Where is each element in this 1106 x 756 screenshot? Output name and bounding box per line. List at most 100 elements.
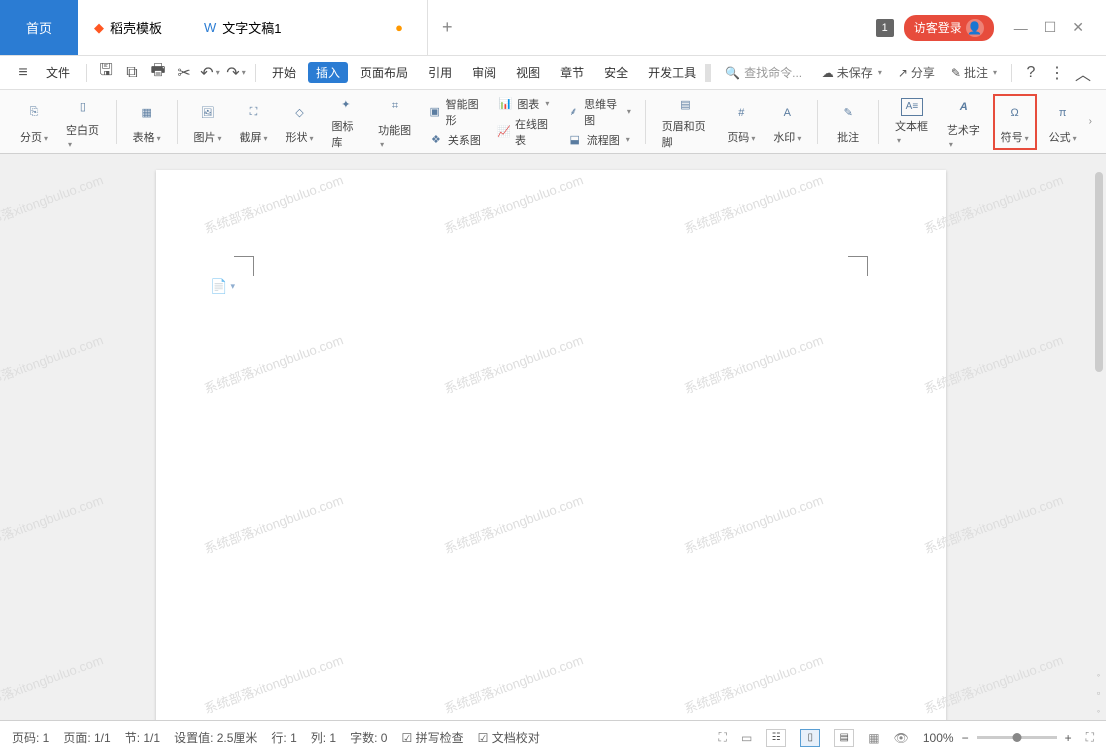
tab-docer[interactable]: ◆ 稻壳模板	[78, 0, 188, 55]
ribbon-page-break[interactable]: ⎘分页▾	[14, 94, 54, 150]
zoom-value[interactable]: 100%	[923, 731, 954, 745]
ribbon-page-number[interactable]: #页码▾	[721, 94, 761, 150]
view-shortcuts: ◦ ▫ ◦	[1094, 670, 1103, 716]
ribbon-icons[interactable]: ✦图标库	[326, 94, 367, 150]
tab-document[interactable]: W 文字文稿1 ●	[188, 0, 428, 55]
cut-icon[interactable]: ✂	[173, 62, 195, 84]
add-tab-button[interactable]: +	[428, 0, 467, 55]
close-icon[interactable]: ✕	[1072, 19, 1084, 36]
ribbon-equation[interactable]: π公式▾	[1043, 94, 1083, 150]
minimize-icon[interactable]: —	[1014, 20, 1028, 36]
ribbon-relation[interactable]: ❖关系图	[428, 132, 483, 148]
view-outline-button[interactable]: ☷	[766, 729, 786, 747]
mindmap-icon: ⸙	[567, 104, 580, 120]
word-doc-icon: W	[204, 20, 216, 35]
paragraph-options-icon[interactable]: 📄▾	[210, 278, 235, 295]
view-page-button[interactable]: ▯	[800, 729, 820, 747]
collapse-ribbon-icon[interactable]: ︿	[1072, 62, 1094, 84]
menu-page-layout[interactable]: 页面布局	[352, 62, 416, 83]
print-preview-icon[interactable]: ⧉	[121, 62, 143, 84]
save-icon[interactable]: 🖫	[95, 62, 117, 84]
more-icon[interactable]: ⋮	[1046, 62, 1068, 84]
section-view-icon[interactable]: ▦	[868, 731, 879, 745]
ribbon-comment[interactable]: ✎批注	[828, 94, 868, 150]
status-spellcheck[interactable]: ☑ 拼写检查	[401, 729, 463, 746]
unsaved-button[interactable]: ☁未保存▾	[816, 64, 888, 81]
wordart-icon: A	[950, 94, 978, 120]
share-icon: ↗	[898, 66, 908, 80]
ribbon-symbol[interactable]: Ω符号▾	[993, 94, 1037, 150]
ribbon-online-chart[interactable]: 📈在线图表	[497, 116, 552, 148]
ribbon-smart-shapes[interactable]: ▣智能图形	[428, 96, 483, 128]
ribbon-chart[interactable]: 📊图表▾	[497, 96, 552, 112]
nav-dot[interactable]: ▫	[1097, 688, 1100, 698]
smartshapes-icon: ▣	[428, 104, 442, 120]
share-button[interactable]: ↗分享	[892, 64, 941, 81]
ribbon-wordart[interactable]: A艺术字▾	[941, 94, 987, 150]
menu-insert[interactable]: 插入	[308, 62, 348, 83]
fit-window-icon[interactable]: ⛶	[1086, 730, 1094, 745]
ribbon-smartart[interactable]: ⌗功能图▾	[372, 94, 418, 150]
redo-icon[interactable]: ↷▾	[225, 62, 247, 84]
fullscreen-icon[interactable]: ⛶	[719, 730, 727, 745]
login-button[interactable]: 访客登录 👤	[904, 15, 994, 41]
menu-devtools[interactable]: 开发工具	[640, 62, 704, 83]
status-column[interactable]: 列: 1	[311, 729, 336, 746]
menu-overflow-marker	[705, 64, 711, 82]
menu-view[interactable]: 视图	[508, 62, 548, 83]
zoom-slider[interactable]	[977, 736, 1057, 739]
symbol-icon: Ω	[1001, 99, 1029, 127]
scrollbar-thumb[interactable]	[1095, 172, 1103, 372]
menu-review[interactable]: 审阅	[464, 62, 504, 83]
menu-file[interactable]: 文件	[38, 62, 78, 83]
titlebar: 首页 ◆ 稻壳模板 W 文字文稿1 ● + 1 访客登录 👤 — ☐ ✕	[0, 0, 1106, 56]
notification-badge[interactable]: 1	[876, 19, 894, 37]
vertical-scrollbar[interactable]	[1094, 158, 1104, 718]
status-proofing[interactable]: ☑ 文档校对	[478, 729, 540, 746]
read-mode-icon[interactable]: ▭	[741, 731, 752, 745]
annotation-button[interactable]: ✎批注▾	[945, 64, 1003, 81]
menu-references[interactable]: 引用	[420, 62, 460, 83]
print-icon[interactable]: 🖶	[147, 62, 169, 84]
document-area: 📄▾ 系统部落xitongbuluo.com 系统部落xitongbuluo.c…	[0, 154, 1106, 720]
menu-security[interactable]: 安全	[596, 62, 636, 83]
status-position[interactable]: 设置值: 2.5厘米	[174, 729, 257, 746]
status-char-count[interactable]: 字数: 0	[350, 729, 387, 746]
page-number-icon: #	[727, 99, 755, 127]
ribbon-mindmap[interactable]: ⸙思维导图▾	[567, 96, 631, 128]
command-search[interactable]: 🔍 查找命令...	[725, 64, 802, 81]
ribbon-textbox[interactable]: A≡文本框▾	[889, 94, 935, 150]
online-chart-icon: 📈	[497, 124, 511, 140]
ribbon-picture[interactable]: 🖼图片▾	[188, 94, 228, 150]
menu-hamburger-icon[interactable]: ≡	[12, 62, 34, 84]
ribbon-table[interactable]: ▦表格▾	[127, 94, 167, 150]
nav-dot[interactable]: ◦	[1097, 670, 1100, 680]
help-icon[interactable]: ?	[1020, 62, 1042, 84]
ribbon-flowchart[interactable]: ⬓流程图▾	[567, 132, 631, 148]
document-page[interactable]: 📄▾	[156, 170, 946, 720]
status-line[interactable]: 行: 1	[271, 729, 296, 746]
ribbon-blank-page[interactable]: ▯空白页▾	[60, 94, 106, 150]
menu-start[interactable]: 开始	[264, 62, 304, 83]
ribbon-header-footer[interactable]: ▤页眉和页脚	[656, 94, 716, 150]
status-page-number[interactable]: 页码: 1	[12, 729, 49, 746]
status-section[interactable]: 节: 1/1	[125, 729, 160, 746]
comment-icon: ✎	[951, 66, 961, 80]
menu-section[interactable]: 章节	[552, 62, 592, 83]
status-page[interactable]: 页面: 1/1	[63, 729, 110, 746]
flowchart-icon: ⬓	[567, 132, 583, 148]
margin-corner-tr	[848, 256, 868, 276]
zoom-out-button[interactable]: −	[962, 731, 969, 745]
undo-icon[interactable]: ↶▾	[199, 62, 221, 84]
maximize-icon[interactable]: ☐	[1044, 19, 1057, 36]
view-web-button[interactable]: ▤	[834, 729, 854, 747]
ribbon-watermark[interactable]: A水印▾	[767, 94, 807, 150]
eye-icon[interactable]: 👁	[894, 731, 909, 745]
ribbon-shapes[interactable]: ◇形状▾	[280, 94, 320, 150]
zoom-in-button[interactable]: +	[1065, 731, 1072, 745]
nav-dot[interactable]: ◦	[1097, 706, 1100, 716]
ribbon-screenshot[interactable]: ⛶截屏▾	[234, 94, 274, 150]
ribbon-overflow-icon[interactable]: ›	[1089, 116, 1092, 127]
tab-home[interactable]: 首页	[0, 0, 78, 55]
header-footer-icon: ▤	[672, 94, 700, 116]
